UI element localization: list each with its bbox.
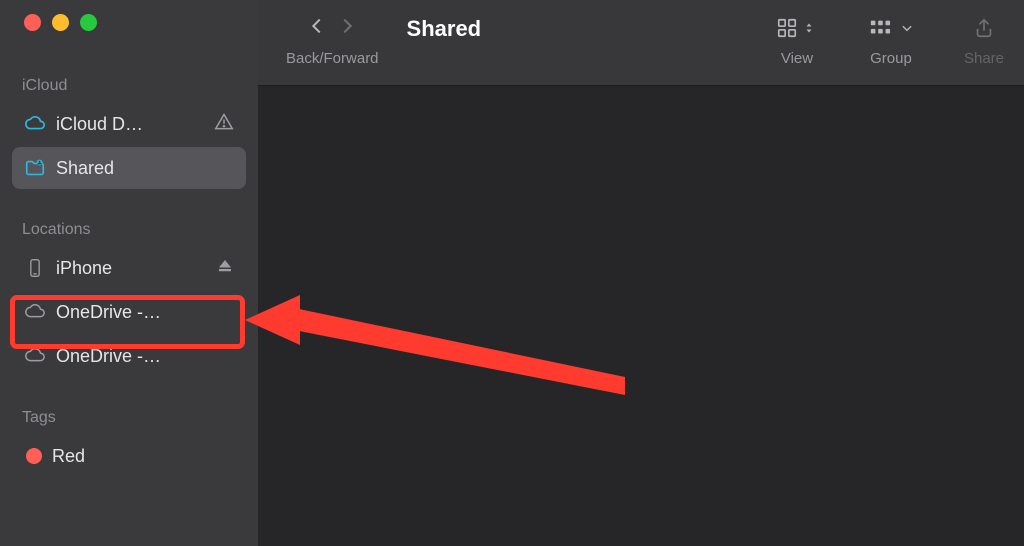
sidebar: iCloud iCloud D… Shared Locations xyxy=(0,0,258,546)
share-button[interactable]: Share xyxy=(964,10,1004,67)
sidebar-item-onedrive-2[interactable]: OneDrive -… xyxy=(12,335,246,377)
close-window-button[interactable] xyxy=(24,14,41,31)
sidebar-item-label: OneDrive -… xyxy=(56,346,234,367)
sidebar-item-label: OneDrive -… xyxy=(56,302,234,323)
tag-dot-icon xyxy=(26,448,42,464)
minimize-window-button[interactable] xyxy=(52,14,69,31)
sidebar-item-icloud-drive[interactable]: iCloud D… xyxy=(12,103,246,145)
window-controls xyxy=(0,14,258,31)
warning-icon xyxy=(214,112,234,137)
sidebar-item-label: iCloud D… xyxy=(56,114,204,135)
cloud-outline-icon xyxy=(24,301,46,323)
sidebar-item-label: iPhone xyxy=(56,258,206,279)
phone-icon xyxy=(24,257,46,279)
sidebar-item-onedrive-1[interactable]: OneDrive -… xyxy=(12,291,246,333)
cloud-outline-icon xyxy=(24,345,46,367)
toolbar: Back/Forward Shared View xyxy=(258,0,1024,86)
shared-folder-icon xyxy=(24,157,46,179)
back-button[interactable] xyxy=(306,15,328,42)
back-forward-group: Back/Forward xyxy=(286,10,379,67)
forward-button[interactable] xyxy=(336,15,358,42)
main-area: Back/Forward Shared View xyxy=(258,0,1024,546)
sidebar-item-label: Red xyxy=(52,446,234,467)
fullscreen-window-button[interactable] xyxy=(80,14,97,31)
folder-content[interactable] xyxy=(258,86,1024,546)
sidebar-section-tags[interactable]: Tags xyxy=(0,403,258,433)
sidebar-section-icloud[interactable]: iCloud xyxy=(0,71,258,101)
toolbar-label: Back/Forward xyxy=(286,50,379,67)
group-switcher[interactable]: Group xyxy=(868,10,914,67)
toolbar-label: View xyxy=(781,50,813,67)
sidebar-item-shared[interactable]: Shared xyxy=(12,147,246,189)
eject-icon[interactable] xyxy=(216,257,234,280)
sidebar-item-tag-red[interactable]: Red xyxy=(12,435,246,477)
toolbar-label: Group xyxy=(870,50,912,67)
sidebar-section-locations[interactable]: Locations xyxy=(0,215,258,245)
view-switcher[interactable]: View xyxy=(776,10,818,67)
sidebar-item-label: Shared xyxy=(56,158,234,179)
page-title: Shared xyxy=(379,10,776,42)
sidebar-item-iphone[interactable]: iPhone xyxy=(12,247,246,289)
cloud-icon xyxy=(24,113,46,135)
toolbar-label: Share xyxy=(964,50,1004,67)
